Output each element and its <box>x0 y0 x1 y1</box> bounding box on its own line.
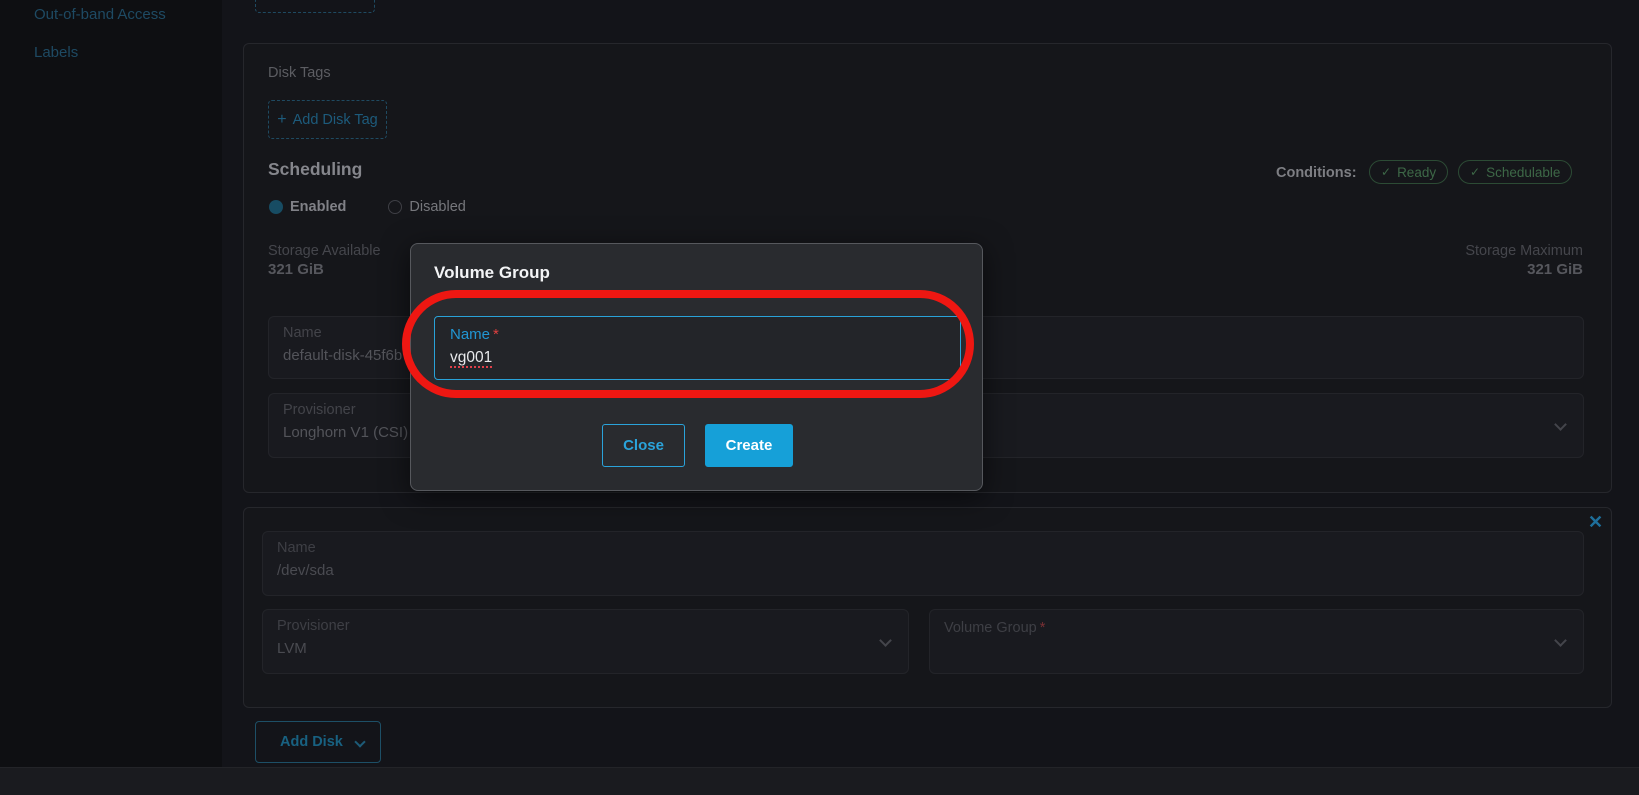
scheduling-radio-group: Enabled Disabled <box>269 199 466 215</box>
volume-group-modal: Volume Group Name* vg001 Close Create <box>410 243 983 491</box>
condition-badge-label: Ready <box>1397 165 1436 180</box>
radio-enabled[interactable] <box>269 200 283 214</box>
name-input-value: vg001 <box>450 349 492 367</box>
new-disk-provisioner-label: Provisioner <box>277 618 350 634</box>
remove-disk-close-icon[interactable]: ✕ <box>1588 512 1603 533</box>
disk-name-label: Name <box>283 325 322 341</box>
radio-disabled-label[interactable]: Disabled <box>409 199 465 215</box>
new-disk-provisioner-select[interactable]: Provisioner LVM <box>262 609 909 674</box>
sidebar: Out-of-band Access Labels <box>0 0 222 767</box>
create-button[interactable]: Create <box>705 424 793 467</box>
new-disk-name-value: /dev/sda <box>277 562 334 579</box>
add-disk-tag-button[interactable]: + Add Disk Tag <box>268 100 387 139</box>
volume-group-label-text: Volume Group <box>944 620 1037 636</box>
chevron-down-icon <box>879 634 892 647</box>
required-asterisk: * <box>1040 620 1046 636</box>
add-disk-button[interactable]: Add Disk <box>255 721 381 763</box>
new-disk-name-label: Name <box>277 540 316 556</box>
radio-disabled[interactable] <box>388 200 402 214</box>
chevron-down-icon <box>354 736 365 747</box>
storage-available-value: 321 GiB <box>268 261 381 278</box>
condition-badge-ready: ✓ Ready <box>1369 160 1448 184</box>
volume-group-label: Volume Group* <box>944 620 1045 636</box>
check-icon: ✓ <box>1381 165 1391 179</box>
harvester-host-edit-screen: Out-of-band Access Labels Disk Tags + Ad… <box>0 0 1639 795</box>
disk-name-value: default-disk-45f6b7 <box>283 347 411 364</box>
storage-maximum: Storage Maximum 321 GiB <box>1465 243 1583 278</box>
cutoff-dashed-add-button[interactable] <box>255 0 375 13</box>
disk-provisioner-value: Longhorn V1 (CSI) <box>283 424 408 441</box>
required-asterisk: * <box>493 326 499 343</box>
radio-enabled-label[interactable]: Enabled <box>290 199 346 215</box>
modal-title: Volume Group <box>434 263 550 283</box>
sidebar-item-labels[interactable]: Labels <box>34 44 78 61</box>
added-disk-panel: ✕ Name /dev/sda Provisioner LVM Volume G… <box>243 507 1612 708</box>
storage-maximum-value: 321 GiB <box>1465 261 1583 278</box>
plus-icon: + <box>277 112 286 128</box>
bottom-strip <box>0 767 1639 795</box>
add-disk-tag-label: Add Disk Tag <box>293 112 378 128</box>
chevron-down-icon <box>1554 634 1567 647</box>
add-disk-button-label: Add Disk <box>280 734 343 750</box>
storage-maximum-label: Storage Maximum <box>1465 243 1583 259</box>
name-input-label: Name* <box>450 326 499 343</box>
new-disk-name-field[interactable]: Name /dev/sda <box>262 531 1584 596</box>
scheduling-heading: Scheduling <box>268 159 362 180</box>
chevron-down-icon <box>1554 418 1567 431</box>
check-icon: ✓ <box>1470 165 1480 179</box>
new-disk-provisioner-value: LVM <box>277 640 307 657</box>
volume-group-select[interactable]: Volume Group* <box>929 609 1584 674</box>
disk-provisioner-label: Provisioner <box>283 402 356 418</box>
condition-badge-label: Schedulable <box>1486 165 1560 180</box>
name-input-label-text: Name <box>450 326 490 343</box>
condition-badge-schedulable: ✓ Schedulable <box>1458 160 1572 184</box>
volume-group-name-input[interactable]: Name* vg001 <box>434 316 961 380</box>
sidebar-item-out-of-band-access[interactable]: Out-of-band Access <box>34 6 166 23</box>
disk-tags-label: Disk Tags <box>268 65 331 81</box>
storage-available-label: Storage Available <box>268 243 381 259</box>
close-button[interactable]: Close <box>602 424 685 467</box>
conditions-label: Conditions: <box>1276 165 1357 181</box>
storage-available: Storage Available 321 GiB <box>268 243 381 278</box>
